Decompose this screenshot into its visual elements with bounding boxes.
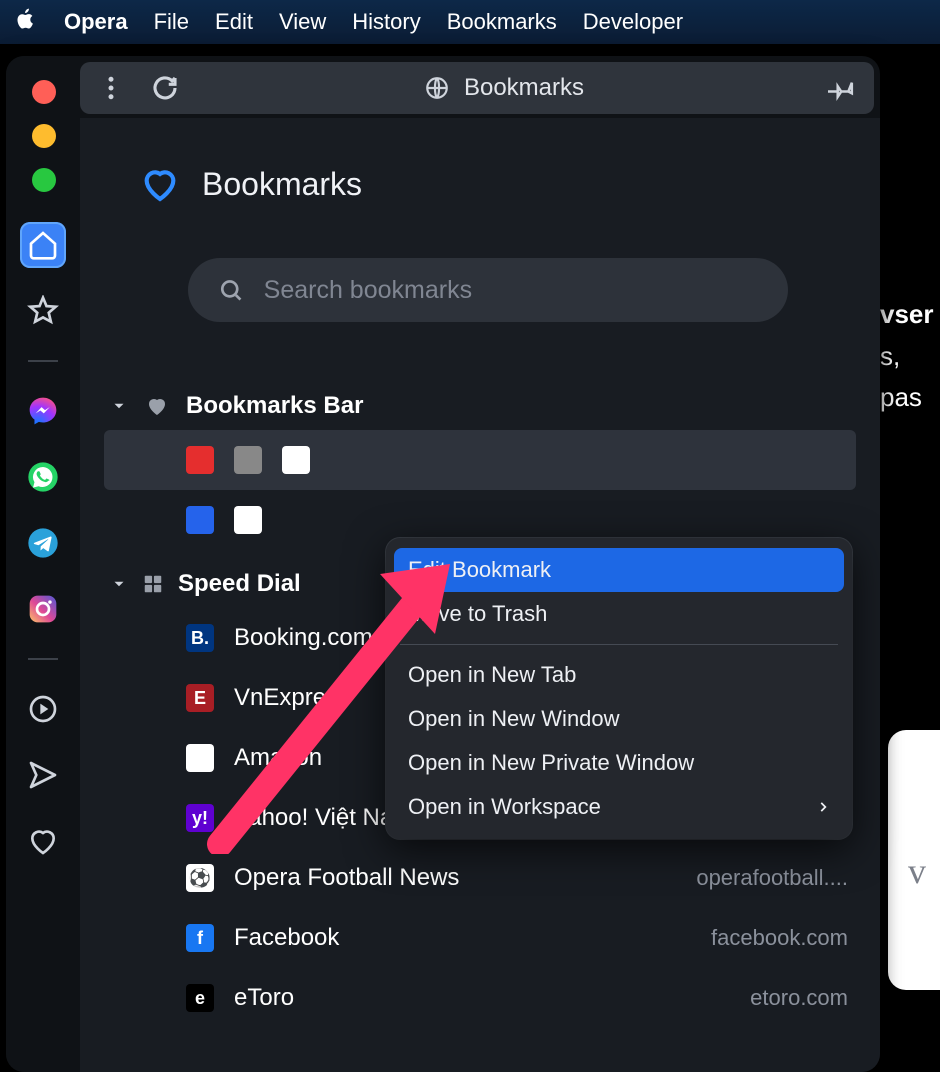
background-window-text: vser s, pas xyxy=(880,294,940,419)
search-icon xyxy=(218,276,244,304)
chevron-down-icon xyxy=(110,575,128,593)
sidebar-bookmarks[interactable] xyxy=(20,288,66,334)
sidebar-heart[interactable] xyxy=(20,818,66,864)
favicon: ⚽ xyxy=(186,864,214,892)
sidebar-telegram[interactable] xyxy=(20,520,66,566)
favicon: y! xyxy=(186,804,214,832)
window-controls xyxy=(32,80,56,192)
more-menu-icon[interactable] xyxy=(96,73,126,103)
menu-bookmarks[interactable]: Bookmarks xyxy=(447,9,557,35)
sidebar xyxy=(6,56,80,1072)
section-bookmarks-bar: Bookmarks Bar xyxy=(80,382,880,550)
grid-icon xyxy=(142,573,164,595)
favicon xyxy=(186,446,214,474)
bookmarks-bar-header[interactable]: Bookmarks Bar xyxy=(104,382,856,430)
ctx-move-to-trash[interactable]: Move to Trash xyxy=(394,592,844,636)
close-window-button[interactable] xyxy=(32,80,56,104)
pin-icon[interactable] xyxy=(828,73,858,103)
bookmark-domain: etoro.com xyxy=(750,985,848,1011)
menu-history[interactable]: History xyxy=(352,9,420,35)
menu-app[interactable]: Opera xyxy=(64,9,128,35)
minimize-window-button[interactable] xyxy=(32,124,56,148)
address-bar[interactable]: Bookmarks xyxy=(204,74,804,102)
background-card: v xyxy=(888,730,940,990)
favicon: E xyxy=(186,684,214,712)
bookmark-item[interactable] xyxy=(104,430,856,490)
sidebar-separator xyxy=(28,360,58,362)
favicon: B. xyxy=(186,624,214,652)
bookmark-label: eToro xyxy=(234,984,730,1012)
menu-edit[interactable]: Edit xyxy=(215,9,253,35)
bookmark-domain: operafootball.... xyxy=(696,865,848,891)
macos-menubar[interactable]: Opera File Edit View History Bookmarks D… xyxy=(0,0,940,44)
sidebar-whatsapp[interactable] xyxy=(20,454,66,500)
bookmark-domain: facebook.com xyxy=(711,925,848,951)
chevron-right-icon xyxy=(816,800,830,814)
globe-icon xyxy=(424,75,450,101)
bookmark-label: Facebook xyxy=(234,924,691,952)
favicon: e xyxy=(186,984,214,1012)
search-input[interactable] xyxy=(264,276,758,305)
reload-icon[interactable] xyxy=(150,73,180,103)
search-bookmarks[interactable] xyxy=(188,258,788,322)
favicon xyxy=(234,506,262,534)
sidebar-instagram[interactable] xyxy=(20,586,66,632)
favicon: f xyxy=(186,924,214,952)
address-text: Bookmarks xyxy=(464,74,584,102)
chevron-down-icon xyxy=(110,397,128,415)
menu-file[interactable]: File xyxy=(154,9,189,35)
ctx-open-new-window[interactable]: Open in New Window xyxy=(394,697,844,741)
ctx-open-workspace[interactable]: Open in Workspace xyxy=(394,785,844,829)
sidebar-send[interactable] xyxy=(20,752,66,798)
favicon xyxy=(186,506,214,534)
bookmark-item[interactable]: f Facebook facebook.com xyxy=(104,908,856,968)
heart-icon xyxy=(140,164,180,204)
bookmark-label: Opera Football News xyxy=(234,864,676,892)
sidebar-player[interactable] xyxy=(20,686,66,732)
favicon xyxy=(282,446,310,474)
ctx-separator xyxy=(400,644,838,645)
ctx-open-private[interactable]: Open in New Private Window xyxy=(394,741,844,785)
ctx-open-new-tab[interactable]: Open in New Tab xyxy=(394,653,844,697)
sidebar-home[interactable] xyxy=(20,222,66,268)
bookmark-item[interactable]: ⚽ Opera Football News operafootball.... xyxy=(104,848,856,908)
ctx-edit-bookmark[interactable]: Edit Bookmark xyxy=(394,548,844,592)
page-title: Bookmarks xyxy=(80,118,880,204)
menu-view[interactable]: View xyxy=(279,9,326,35)
favicon: a xyxy=(186,744,214,772)
menu-developer[interactable]: Developer xyxy=(583,9,683,35)
favicon xyxy=(234,446,262,474)
toolbar: Bookmarks xyxy=(80,62,874,114)
context-menu: Edit Bookmark Move to Trash Open in New … xyxy=(386,538,852,839)
zoom-window-button[interactable] xyxy=(32,168,56,192)
sidebar-messenger[interactable] xyxy=(20,388,66,434)
sidebar-separator-2 xyxy=(28,658,58,660)
apple-logo-icon[interactable] xyxy=(14,7,38,37)
heart-folder-icon xyxy=(142,394,172,418)
bookmark-item[interactable]: e eToro etoro.com xyxy=(104,968,856,1028)
